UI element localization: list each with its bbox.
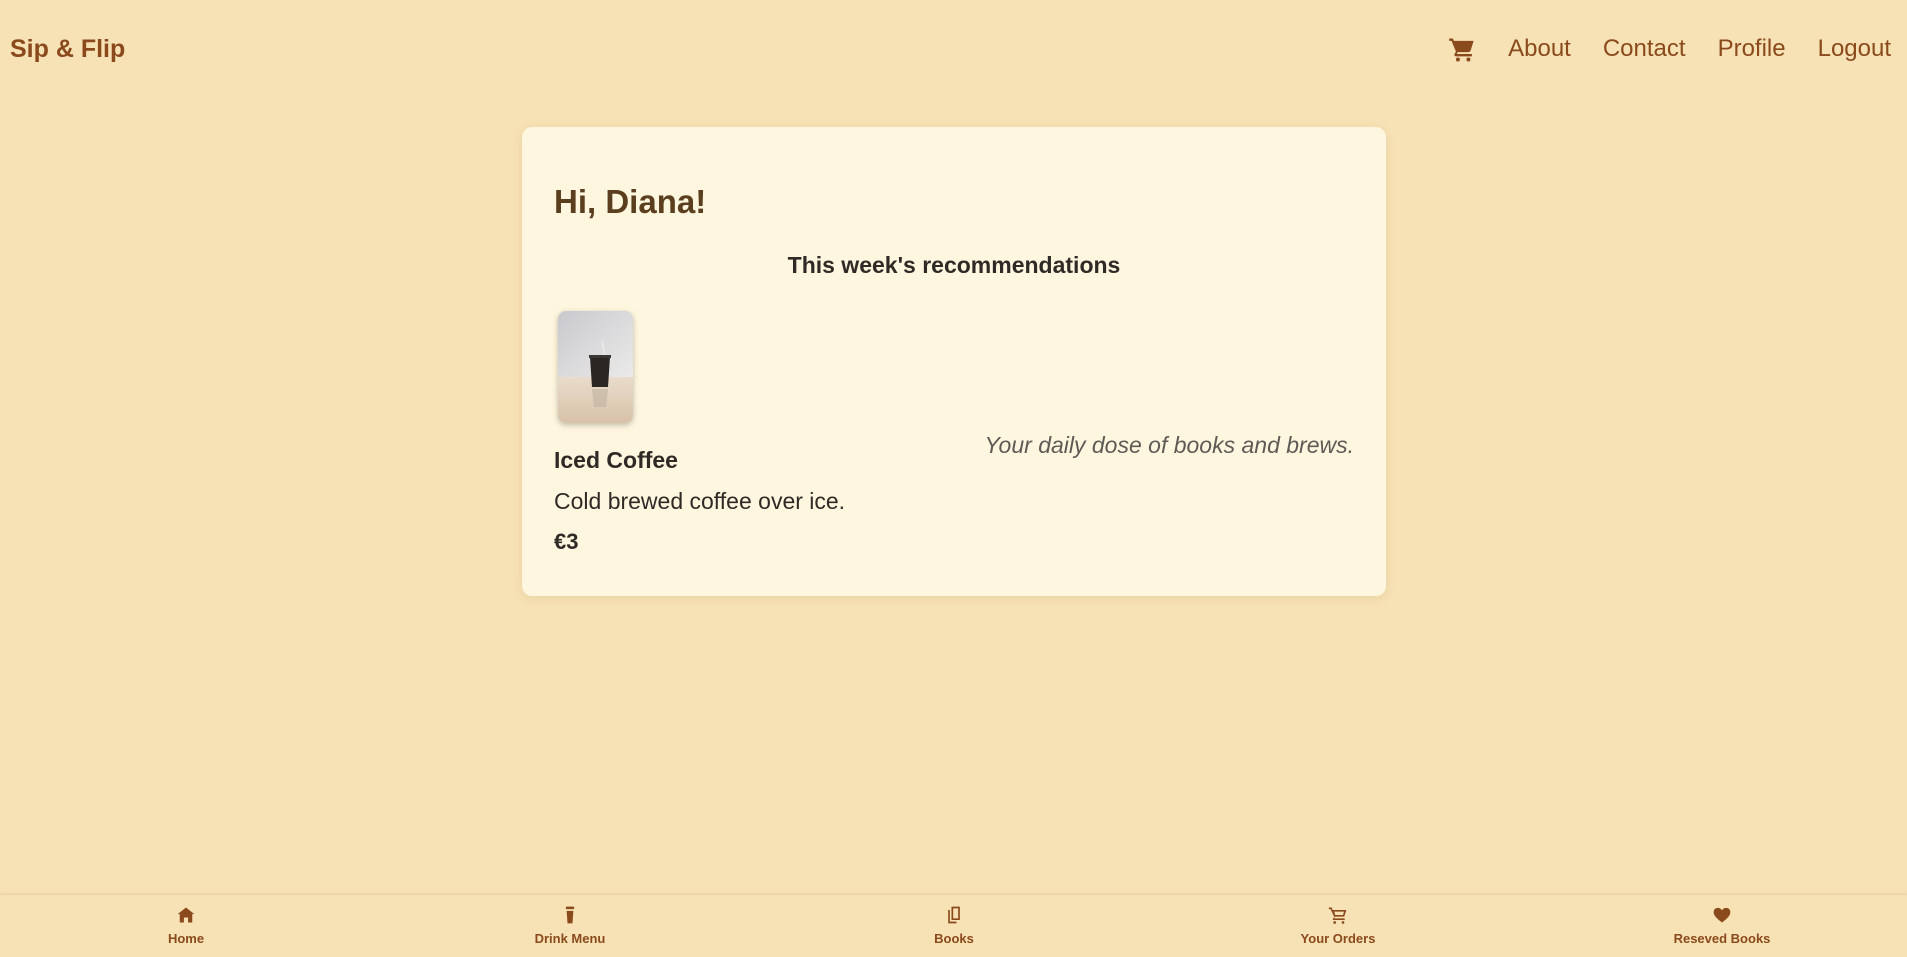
main-nav: About Contact Profile Logout <box>1448 35 1897 63</box>
tab-drink-menu[interactable]: Drink Menu <box>470 905 670 946</box>
iced-coffee-photo-icon <box>558 311 633 423</box>
bottom-nav: Home Drink Menu Books Your Orders Reseve… <box>0 894 1907 957</box>
brand-logo-text[interactable]: Sip & Flip <box>10 35 125 64</box>
iced-coffee-image <box>558 311 633 423</box>
books-icon <box>948 906 960 924</box>
recommendations-title: This week's recommendations <box>787 252 1121 278</box>
item-name: Iced Coffee <box>554 447 678 473</box>
recommendation-item[interactable]: Iced Coffee Cold brewed coffee over ice.… <box>554 311 914 555</box>
item-price: €3 <box>554 529 579 554</box>
shopping-cart-icon <box>1449 38 1474 62</box>
heart-icon <box>1713 907 1731 923</box>
tagline: Your daily dose of books and brews. <box>984 432 1354 458</box>
tab-drink-menu-label: Drink Menu <box>534 931 606 946</box>
tab-your-orders[interactable]: Your Orders <box>1238 905 1438 946</box>
nav-about-link[interactable]: About <box>1508 35 1571 63</box>
drink-icon <box>565 906 575 924</box>
nav-logout-link[interactable]: Logout <box>1818 35 1891 63</box>
item-description: Cold brewed coffee over ice. <box>554 488 846 514</box>
nav-profile-link[interactable]: Profile <box>1718 35 1786 63</box>
top-navbar: Sip & Flip About Contact Profile Logout <box>0 0 1907 98</box>
cart-link[interactable] <box>1448 35 1476 63</box>
tab-reserved-books-label: Reseved Books <box>1673 931 1771 946</box>
nav-contact-link[interactable]: Contact <box>1603 35 1686 63</box>
tab-books-label: Books <box>934 931 974 946</box>
tab-home-label: Home <box>167 931 205 946</box>
cart-icon <box>1328 907 1347 924</box>
tab-home[interactable]: Home <box>86 905 286 946</box>
tab-your-orders-label: Your Orders <box>1300 931 1376 946</box>
home-icon <box>177 907 195 923</box>
tab-reserved-books[interactable]: Reseved Books <box>1622 905 1822 946</box>
welcome-card: Hi, Diana! This week's recommendations I… <box>522 127 1386 596</box>
tab-books[interactable]: Books <box>854 905 1054 946</box>
greeting-heading: Hi, Diana! <box>554 183 707 220</box>
